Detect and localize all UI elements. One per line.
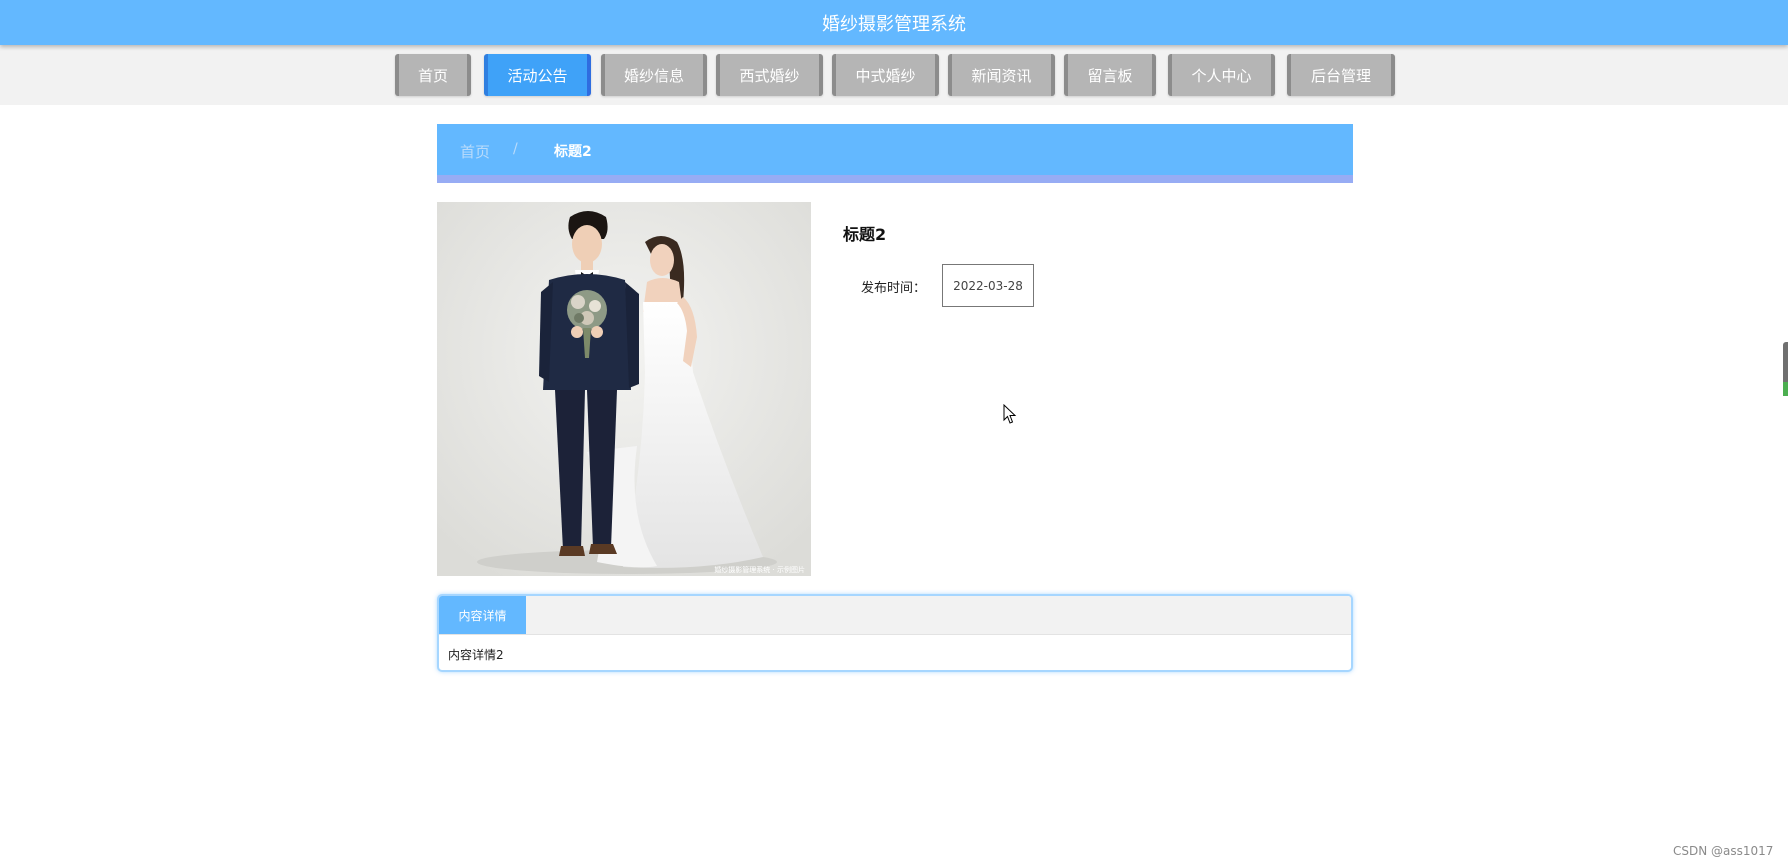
wedding-photo: 婚纱摄影管理系统 · 示例图片 (437, 202, 811, 576)
app-title: 婚纱摄影管理系统 (822, 13, 966, 35)
content-tabs: 内容详情 内容详情2 (437, 594, 1353, 672)
breadcrumb-separator: / (513, 141, 518, 157)
nav-item-western-dress[interactable]: 西式婚纱 (716, 54, 823, 96)
app-header: 婚纱摄影管理系统 (0, 0, 1788, 45)
nav-item-news[interactable]: 新闻资讯 (948, 54, 1055, 96)
footer-watermark: CSDN @ass1017 (1673, 844, 1774, 858)
detail-title: 标题2 (843, 225, 887, 244)
side-scroll-accent (1783, 382, 1788, 396)
breadcrumb: 首页 / 标题2 (437, 124, 1353, 183)
tab-content-body: 内容详情2 (448, 648, 504, 662)
nav-item-announcements[interactable]: 活动公告 (484, 54, 591, 96)
nav-item-profile[interactable]: 个人中心 (1168, 54, 1275, 96)
tab-content-detail[interactable]: 内容详情 (439, 596, 526, 634)
publish-date-label: 发布时间： (861, 281, 927, 296)
nav-item-message-board[interactable]: 留言板 (1064, 54, 1156, 96)
photo-watermark: 婚纱摄影管理系统 · 示例图片 (714, 565, 805, 574)
breadcrumb-stripe (437, 175, 1353, 183)
nav-item-admin[interactable]: 后台管理 (1287, 54, 1395, 96)
breadcrumb-current: 标题2 (554, 144, 592, 160)
nav-item-chinese-dress[interactable]: 中式婚纱 (832, 54, 939, 96)
nav-item-dress-info[interactable]: 婚纱信息 (601, 54, 707, 96)
main-nav: 首页 活动公告 婚纱信息 西式婚纱 中式婚纱 新闻资讯 留言板 个人中心 后台管… (0, 45, 1788, 105)
publish-date-value: 2022-03-28 (942, 264, 1034, 307)
tab-header: 内容详情 (439, 596, 1351, 635)
side-scroll-handle[interactable] (1783, 342, 1788, 396)
breadcrumb-home-link[interactable]: 首页 (460, 141, 490, 162)
nav-item-home[interactable]: 首页 (395, 54, 471, 96)
mouse-cursor-icon (1003, 404, 1017, 424)
wedding-couple-photo-icon: 婚纱摄影管理系统 · 示例图片 (437, 202, 811, 576)
